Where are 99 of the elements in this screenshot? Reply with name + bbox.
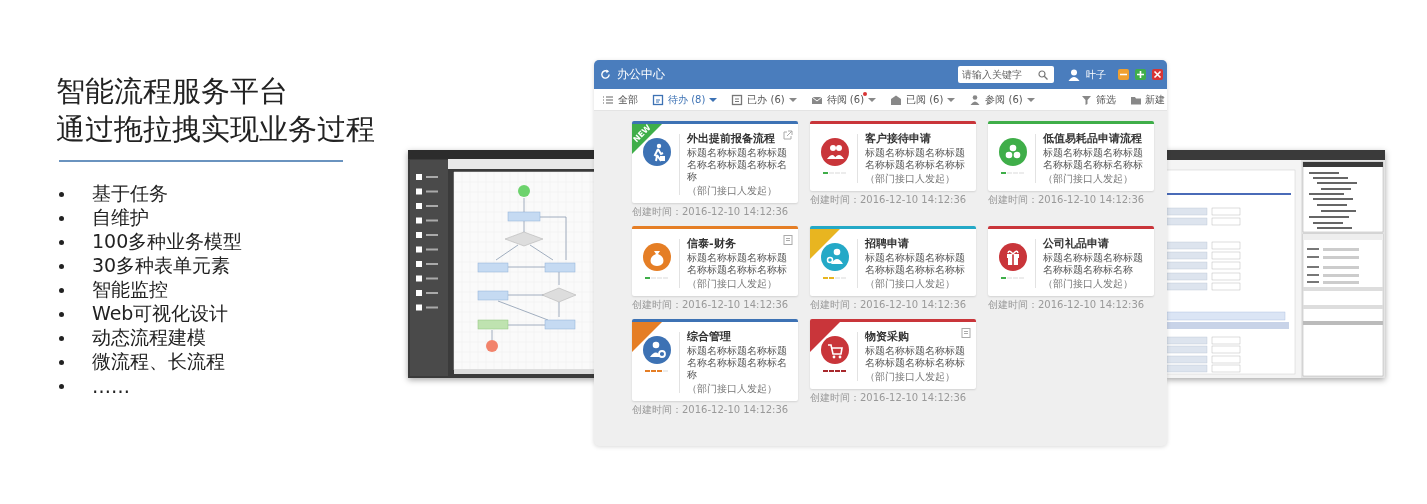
close-icon xyxy=(1152,69,1163,80)
card-description: 标题名称标题名称标题名称标题名称标名称标 xyxy=(865,252,966,276)
bullet-dot xyxy=(59,287,64,293)
filter-tab[interactable]: 已阅 (6) xyxy=(890,92,956,107)
filter-tab[interactable]: 参阅 (6) xyxy=(969,92,1035,107)
toolbar-button[interactable]: 筛选 xyxy=(1081,92,1116,107)
card-title: 低值易耗品申请流程 xyxy=(1043,132,1142,145)
bullet-dot xyxy=(59,383,64,389)
filter-tab[interactable]: 已办 (6) xyxy=(731,92,797,107)
bullet-dot xyxy=(59,215,64,221)
bullet-dot xyxy=(59,311,64,317)
bullet-text: Web可视化设计 xyxy=(92,301,229,326)
card-description: 标题名称标题名称标题名称名称标题名称标名称 xyxy=(687,345,788,381)
document-icon[interactable] xyxy=(960,327,972,339)
created-time: 创建时间：2016-12-10 14:12:36 xyxy=(632,206,790,218)
filter-tab[interactable]: 全部 xyxy=(602,92,638,107)
three-circles-icon xyxy=(999,138,1027,166)
card-description: 标题名称标题名称标题名称名称标题名称标名称 xyxy=(687,147,788,183)
task-card[interactable]: 综合管理 标题名称标题名称标题名称名称标题名称标名称 （部门接口人发起） xyxy=(632,319,798,401)
card-title: 外出提前报备流程 xyxy=(687,132,775,145)
bullet-dot xyxy=(59,191,64,197)
gift-icon xyxy=(999,243,1027,271)
card-description: 标题名称标题名称标题名称标题名称标名称标 xyxy=(865,345,966,369)
window-title: 办公中心 xyxy=(617,66,666,83)
created-time: 创建时间：2016-12-10 14:12:36 xyxy=(988,194,1146,206)
caret-icon[interactable] xyxy=(1026,97,1035,102)
bullet-text: 30多种表单元素 xyxy=(92,253,231,278)
close-button[interactable] xyxy=(1152,69,1163,80)
bullet-dot xyxy=(59,359,64,365)
card-description: 标题名称标题名称标题名称标题名称标名称标 xyxy=(865,147,966,171)
card-requester: （部门接口人发起） xyxy=(687,278,778,290)
task-card[interactable]: 招聘申请 标题名称标题名称标题名称标题名称标名称标 （部门接口人发起） xyxy=(810,226,976,296)
toolbar-button[interactable]: 新建 xyxy=(1130,92,1165,107)
filter-tab[interactable]: 待办 (8) xyxy=(652,92,718,107)
bullet-text: 100多种业务模型 xyxy=(92,229,243,254)
card-requester: （部门接口人发起） xyxy=(1043,173,1134,185)
card-description: 标题名称标题名称标题名称标题名称标名称标 xyxy=(687,252,788,276)
bullet-text: 自维护 xyxy=(92,205,149,230)
money-bag-icon xyxy=(643,243,671,271)
card-description: 标题名称标题名称标题名称标题名称标名称 xyxy=(1043,252,1144,276)
filter-tab[interactable]: 待阅 (6) xyxy=(810,92,877,107)
card-title: 招聘申请 xyxy=(865,237,909,250)
created-time: 创建时间：2016-12-10 14:12:36 xyxy=(632,404,790,416)
refresh-icon[interactable] xyxy=(600,69,611,80)
people-icon xyxy=(821,138,849,166)
card-requester: （部门接口人发起） xyxy=(687,383,778,395)
card-requester: （部门接口人发起） xyxy=(1043,278,1134,290)
bullet-text: …… xyxy=(92,375,130,397)
user-avatar-icon xyxy=(1068,68,1080,81)
person-key-icon xyxy=(821,243,849,271)
card-title: 综合管理 xyxy=(687,330,731,343)
created-time: 创建时间：2016-12-10 14:12:36 xyxy=(810,299,968,311)
card-title: 客户接待申请 xyxy=(865,132,931,145)
document-icon[interactable] xyxy=(782,234,794,246)
caret-icon[interactable] xyxy=(868,97,877,102)
maximize-button[interactable] xyxy=(1135,69,1146,80)
card-requester: （部门接口人发起） xyxy=(865,371,956,383)
slide-title: 通过拖拉拽实现业务过程 xyxy=(56,111,376,148)
card-requester: （部门接口人发起） xyxy=(687,185,778,197)
search-icon[interactable] xyxy=(1038,69,1048,80)
person-icon xyxy=(969,93,982,106)
created-time: 创建时间：2016-12-10 14:12:36 xyxy=(810,194,968,206)
bullet-text: 基于任务 xyxy=(92,181,168,206)
caret-icon[interactable] xyxy=(709,97,718,102)
card-title: 公司礼品申请 xyxy=(1043,237,1109,250)
task-card[interactable]: 公司礼品申请 标题名称标题名称标题名称标题名称标名称 （部门接口人发起） xyxy=(988,226,1154,296)
caret-icon[interactable] xyxy=(947,97,956,102)
plus-icon xyxy=(1135,69,1146,80)
external-link-icon[interactable] xyxy=(782,129,794,141)
edit-document-icon xyxy=(652,93,664,106)
open-envelope-icon xyxy=(890,93,903,106)
caret-icon[interactable] xyxy=(788,97,797,102)
task-card[interactable]: 信泰-财务 标题名称标题名称标题名称标题名称标名称标 （部门接口人发起） xyxy=(632,226,798,296)
bullet-dot xyxy=(59,239,64,245)
task-card[interactable]: 客户接待申请 标题名称标题名称标题名称标题名称标名称标 （部门接口人发起） xyxy=(810,121,976,191)
task-card[interactable]: 物资采购 标题名称标题名称标题名称标题名称标名称标 （部门接口人发起） xyxy=(810,319,976,389)
task-card[interactable]: 低值易耗品申请流程 标题名称标题名称标题名称标题名称标名称标 （部门接口人发起） xyxy=(988,121,1154,191)
person-gear-icon xyxy=(643,336,671,364)
card-description: 标题名称标题名称标题名称标题名称标名称标 xyxy=(1043,147,1144,171)
bullet-dot xyxy=(59,335,64,341)
created-time: 创建时间：2016-12-10 14:12:36 xyxy=(810,392,968,404)
card-title: 物资采购 xyxy=(865,330,909,343)
card-requester: （部门接口人发起） xyxy=(865,173,956,185)
card-title: 信泰-财务 xyxy=(687,237,736,250)
user-name: 叶子 xyxy=(1086,67,1106,82)
created-time: 创建时间：2016-12-10 14:12:36 xyxy=(988,299,1146,311)
created-time: 创建时间：2016-12-10 14:12:36 xyxy=(632,299,790,311)
shopping-cart-icon xyxy=(821,336,849,364)
document-icon xyxy=(731,93,744,106)
card-requester: （部门接口人发起） xyxy=(865,278,956,290)
search-field[interactable]: 请输入关键字 xyxy=(958,66,1054,83)
bullet-text: 动态流程建模 xyxy=(92,325,206,350)
list-icon xyxy=(602,93,614,106)
minimize-button[interactable] xyxy=(1118,69,1129,80)
bullet-text: 智能监控 xyxy=(92,277,168,302)
filter-icon xyxy=(1081,93,1093,106)
slide-title: 智能流程服务平台 xyxy=(56,73,289,110)
bullet-dot xyxy=(59,263,64,269)
bullet-text: 微流程、长流程 xyxy=(92,349,225,374)
